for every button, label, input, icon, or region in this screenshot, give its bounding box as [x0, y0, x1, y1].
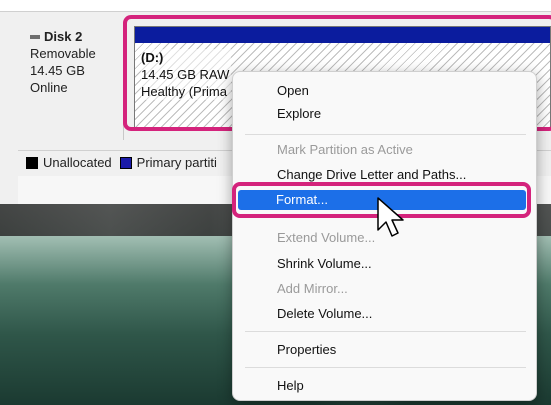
disk-icon [30, 34, 40, 39]
disk-type: Removable [30, 46, 96, 61]
disk-title: Disk 2 [30, 28, 123, 45]
unallocated-swatch [26, 156, 38, 169]
disk-status: Online [30, 80, 68, 95]
menu-item-mark-active[interactable]: Mark Partition as Active [233, 139, 536, 161]
menu-separator [245, 367, 526, 368]
primary-swatch [119, 156, 132, 169]
disk-name: Disk 2 [44, 29, 83, 44]
menu-item-explore[interactable]: Explore [233, 103, 536, 125]
disk-info-panel[interactable]: Disk 2 Removable 14.45 GB Online [18, 22, 124, 140]
menu-separator [245, 331, 526, 332]
menu-item-properties[interactable]: Properties [233, 339, 536, 361]
legend-item-unallocated: Unallocated [26, 155, 112, 170]
legend-item-primary: Primary partiti [119, 155, 217, 170]
menu-item-open[interactable]: Open [233, 80, 536, 102]
legend-primary-label: Primary partiti [136, 155, 217, 170]
disk-size: 14.45 GB [30, 63, 85, 78]
menu-item-delete-volume[interactable]: Delete Volume... [233, 303, 536, 325]
arrow-cursor-icon [377, 197, 404, 237]
menu-item-help[interactable]: Help [233, 375, 536, 397]
menu-item-shrink-volume[interactable]: Shrink Volume... [233, 253, 536, 275]
menu-separator [245, 134, 526, 135]
legend-unallocated-label: Unallocated [43, 155, 112, 170]
window-top-strip [0, 0, 551, 12]
menu-item-add-mirror[interactable]: Add Mirror... [233, 278, 536, 300]
